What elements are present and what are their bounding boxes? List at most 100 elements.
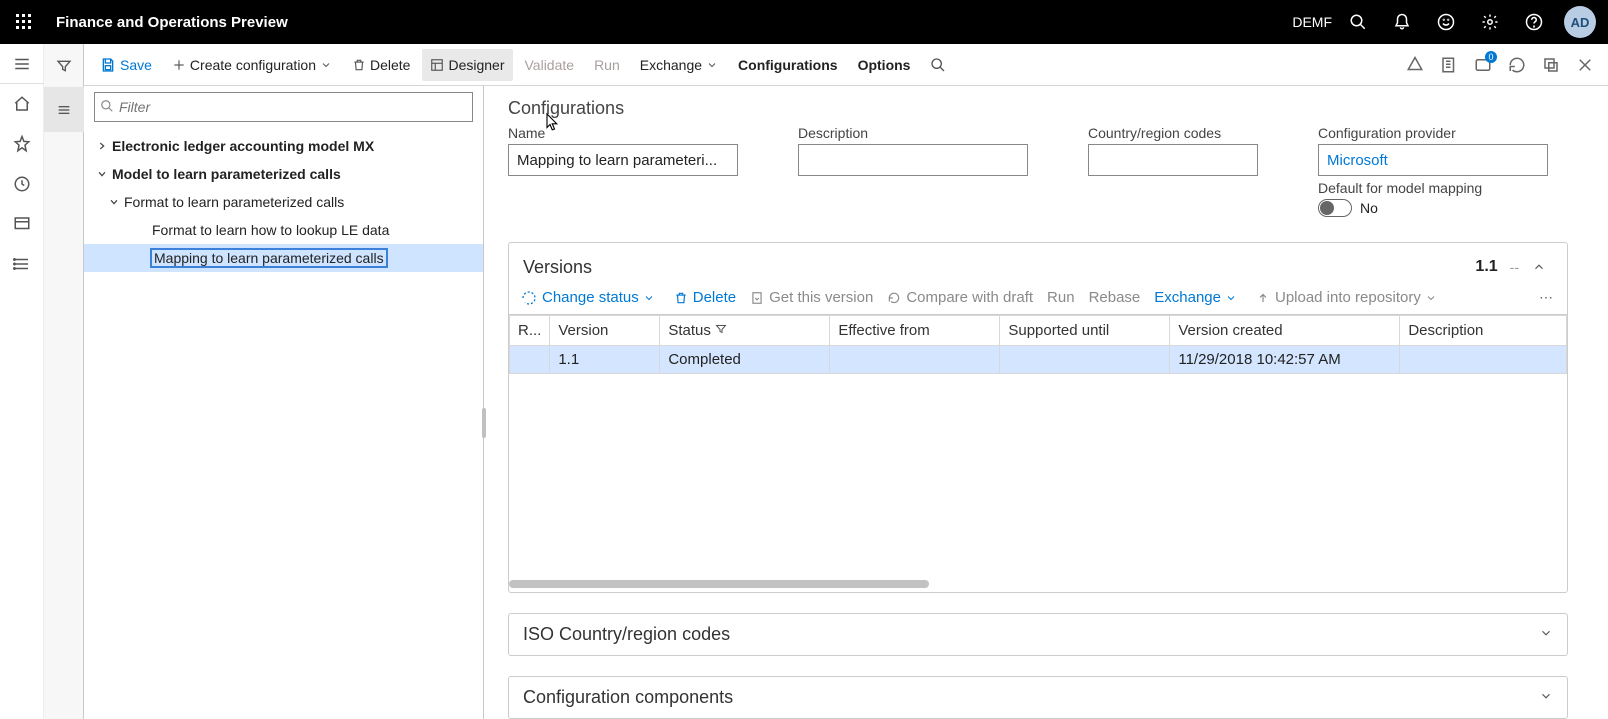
cell-status: Completed — [660, 346, 830, 374]
versions-exchange-button[interactable]: Exchange — [1154, 289, 1242, 306]
tree-node[interactable]: Electronic ledger accounting model MX — [84, 132, 483, 160]
col-version[interactable]: Version — [550, 316, 660, 346]
description-input[interactable] — [798, 144, 1028, 176]
cell-version: 1.1 — [550, 346, 660, 374]
default-mm-state: No — [1360, 200, 1378, 216]
favorites-button[interactable] — [0, 124, 44, 164]
tree-node-label: Mapping to learn parameterized calls — [150, 248, 388, 268]
tree-filter-input[interactable] — [94, 92, 473, 122]
cell-version-created: 11/29/2018 10:42:57 AM — [1170, 346, 1400, 374]
pane-splitter[interactable] — [479, 403, 489, 443]
col-r[interactable]: R... — [510, 316, 550, 346]
expand-section-icon — [1539, 626, 1553, 643]
nav-rail — [0, 44, 44, 719]
designer-button[interactable]: Designer — [422, 49, 512, 81]
nav-toggle-button[interactable] — [0, 44, 44, 84]
configuration-components-section[interactable]: Configuration components — [508, 676, 1568, 719]
configurations-label: Configurations — [738, 57, 838, 73]
table-row[interactable]: 1.1 Completed 11/29/2018 10:42:57 AM — [510, 346, 1567, 374]
home-button[interactable] — [0, 84, 44, 124]
popout-button[interactable] — [1534, 48, 1568, 82]
command-search-button[interactable] — [922, 49, 958, 81]
configurations-tab[interactable]: Configurations — [730, 49, 846, 81]
col-description[interactable]: Description — [1400, 316, 1567, 346]
col-status[interactable]: Status — [660, 316, 830, 346]
refresh-button[interactable] — [1500, 48, 1534, 82]
create-configuration-button[interactable]: Create configuration — [164, 49, 340, 81]
rebase-button[interactable]: Rebase — [1089, 289, 1141, 306]
exchange-label: Exchange — [640, 57, 702, 73]
legal-entity[interactable]: DEMF — [1292, 14, 1332, 30]
chevron-down-icon — [643, 292, 655, 304]
provider-link[interactable]: Microsoft — [1318, 144, 1548, 176]
save-label: Save — [120, 57, 152, 73]
exchange-button[interactable]: Exchange — [632, 49, 726, 81]
upload-repository-button[interactable]: Upload into repository — [1256, 289, 1442, 306]
versions-header-version: 1.1 — [1475, 258, 1497, 276]
run-button[interactable]: Run — [586, 49, 628, 81]
tree-node[interactable]: Format to learn parameterized calls — [84, 188, 483, 216]
more-actions-button[interactable]: ⋯ — [1539, 289, 1555, 306]
messages-button[interactable]: 0 — [1466, 48, 1500, 82]
compare-draft-button[interactable]: Compare with draft — [887, 289, 1033, 306]
help-button[interactable] — [1512, 0, 1556, 44]
default-mm-label: Default for model mapping — [1318, 180, 1548, 196]
details-pane: Configurations Name Description Country/… — [484, 86, 1608, 719]
col-effective-from[interactable]: Effective from — [830, 316, 1000, 346]
horizontal-scrollbar[interactable] — [509, 580, 1567, 592]
expand-icon[interactable] — [94, 141, 110, 151]
collapse-icon[interactable] — [106, 197, 122, 207]
designer-label: Designer — [448, 57, 504, 73]
search-button[interactable] — [1336, 0, 1380, 44]
default-mm-toggle[interactable]: No — [1318, 199, 1378, 217]
tree-node-label: Model to learn parameterized calls — [110, 166, 343, 182]
save-button[interactable]: Save — [92, 49, 160, 81]
topbar: Finance and Operations Preview DEMF AD — [0, 0, 1608, 44]
country-codes-input[interactable] — [1088, 144, 1258, 176]
settings-button[interactable] — [1468, 0, 1512, 44]
close-button[interactable] — [1568, 48, 1602, 82]
versions-delete-button[interactable]: Delete — [674, 289, 736, 306]
filter-pane-button[interactable] — [44, 44, 84, 88]
app-title: Finance and Operations Preview — [56, 14, 288, 31]
collapse-section-button[interactable] — [1525, 253, 1553, 281]
tree-node[interactable]: Model to learn parameterized calls — [84, 160, 483, 188]
versions-grid[interactable]: R... Version Status Effective from Suppo… — [509, 315, 1567, 572]
app-launcher-button[interactable] — [4, 0, 44, 44]
cell-r — [510, 346, 550, 374]
collapse-icon[interactable] — [94, 169, 110, 179]
feedback-button[interactable] — [1424, 0, 1468, 44]
tree-node-selected[interactable]: Mapping to learn parameterized calls — [84, 244, 483, 272]
list-pane-button[interactable] — [44, 88, 84, 132]
filter-icon[interactable] — [715, 322, 727, 339]
options-tab[interactable]: Options — [850, 49, 919, 81]
versions-run-button[interactable]: Run — [1047, 289, 1075, 306]
configuration-components-title: Configuration components — [523, 687, 733, 708]
office-button[interactable] — [1432, 48, 1466, 82]
search-icon — [100, 99, 114, 116]
name-input[interactable] — [508, 144, 738, 176]
user-avatar[interactable]: AD — [1564, 6, 1596, 38]
recent-button[interactable] — [0, 164, 44, 204]
tree-node[interactable]: Format to learn how to lookup LE data — [84, 216, 483, 244]
command-bar: Save Create configuration Delete Designe… — [84, 44, 1608, 86]
delete-button[interactable]: Delete — [344, 49, 418, 81]
tree-node-label: Format to learn parameterized calls — [122, 194, 346, 210]
get-version-button[interactable]: Get this version — [750, 289, 873, 306]
workspaces-button[interactable] — [0, 204, 44, 244]
modules-button[interactable] — [0, 244, 44, 284]
chevron-down-icon — [1225, 292, 1237, 304]
filter-rail — [44, 44, 84, 719]
description-label: Description — [798, 125, 1028, 141]
change-status-button[interactable]: Change status — [521, 289, 660, 306]
iso-country-title: ISO Country/region codes — [523, 624, 730, 645]
iso-country-section[interactable]: ISO Country/region codes — [508, 613, 1568, 656]
notifications-button[interactable] — [1380, 0, 1424, 44]
versions-section: Versions 1.1 -- Change status — [508, 242, 1568, 593]
cell-supported-until — [1000, 346, 1170, 374]
validate-button[interactable]: Validate — [517, 49, 583, 81]
attachments-button[interactable] — [1398, 48, 1432, 82]
col-supported-until[interactable]: Supported until — [1000, 316, 1170, 346]
country-codes-label: Country/region codes — [1088, 125, 1258, 141]
col-version-created[interactable]: Version created — [1170, 316, 1400, 346]
